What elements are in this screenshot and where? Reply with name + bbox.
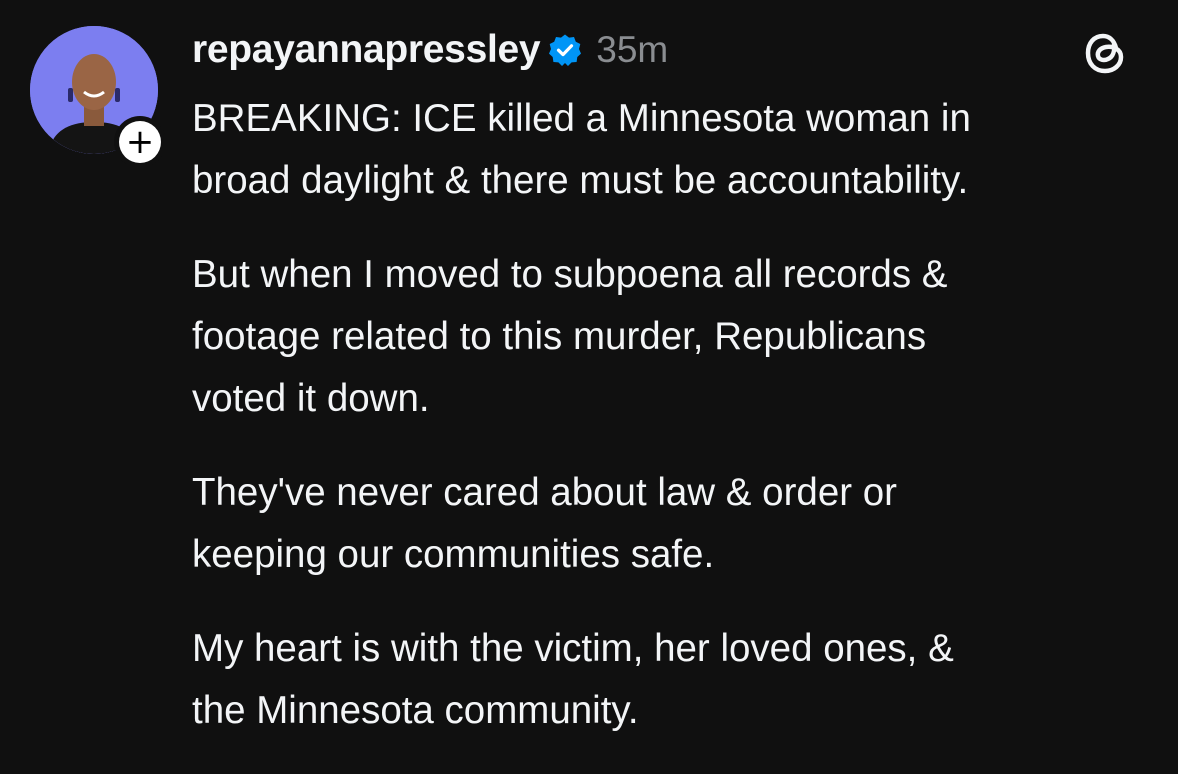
post-paragraph-4: My heart is with the victim, her loved o… — [192, 627, 954, 732]
verified-badge-icon — [548, 33, 582, 67]
username-link[interactable]: repayannapressley — [192, 28, 541, 72]
post-timestamp: 35m — [596, 29, 669, 70]
profile-avatar[interactable]: + — [30, 26, 166, 168]
plus-icon: + — [119, 121, 161, 163]
post-paragraph-1: BREAKING: ICE killed a Minnesota woman i… — [192, 97, 971, 202]
thread-post: + repayannapressley 35m BREAKING: ICE ki… — [0, 0, 1178, 755]
post-paragraph-3: They've never cared about law & order or… — [192, 471, 897, 576]
post-header: repayannapressley 35m — [192, 20, 668, 80]
post-paragraph-2: But when I moved to subpoena all records… — [192, 253, 948, 420]
threads-logo-icon[interactable] — [1078, 26, 1132, 80]
post-body: BREAKING: ICE killed a Minnesota woman i… — [192, 88, 1152, 774]
follow-button[interactable]: + — [114, 116, 166, 168]
